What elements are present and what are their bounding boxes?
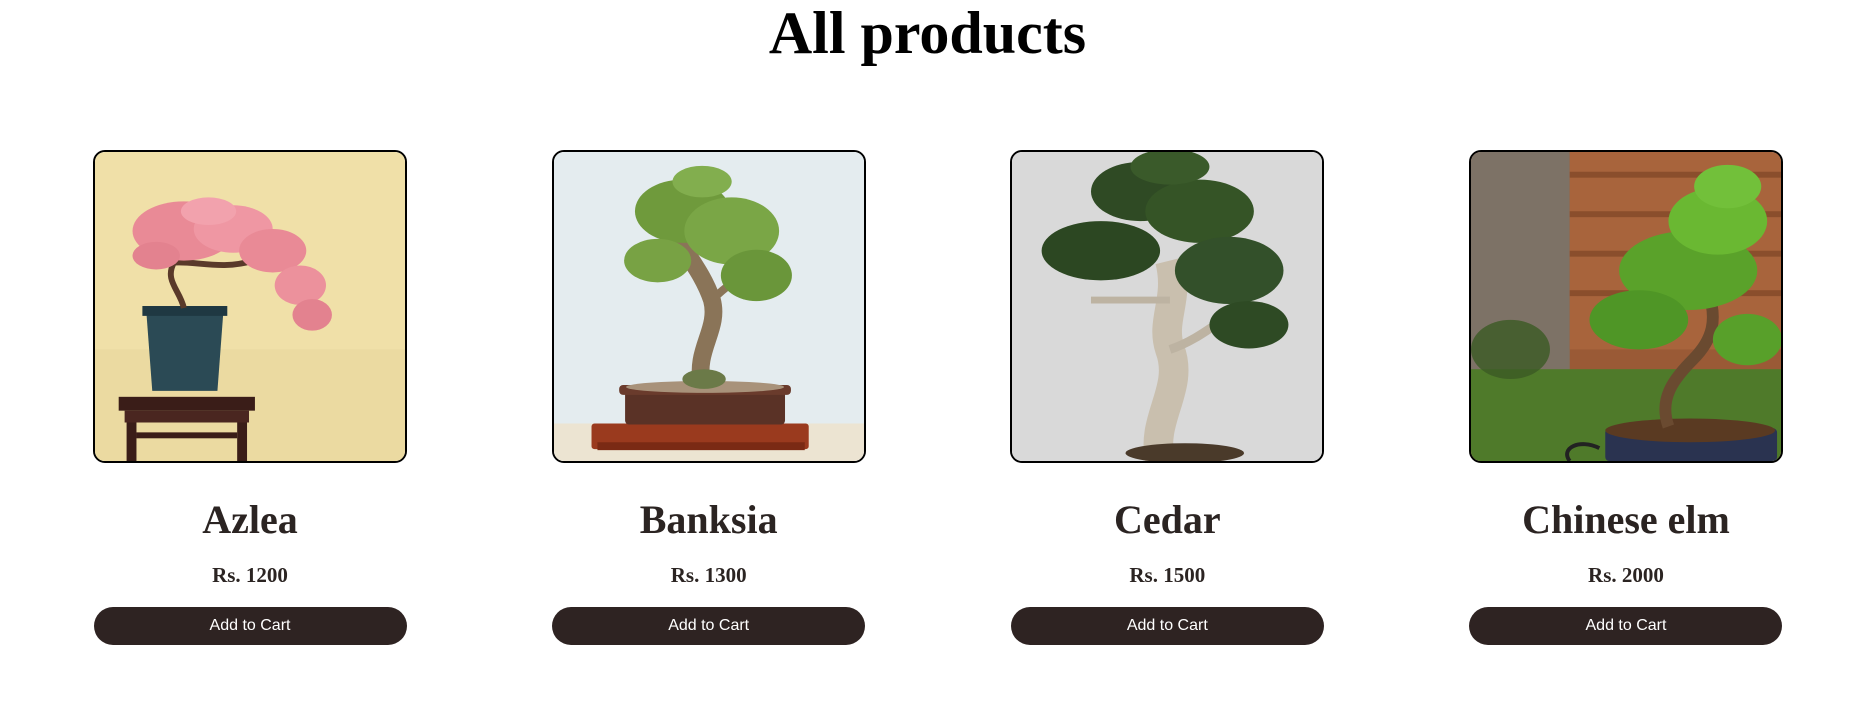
chinese-elm-bonsai-photo xyxy=(1470,152,1781,461)
product-card: Banksia Rs. 1300 Add to Cart xyxy=(551,150,867,645)
product-card: Azlea Rs. 1200 Add to Cart xyxy=(92,150,408,645)
product-image-chinese-elm[interactable] xyxy=(1468,150,1783,463)
product-image-cedar[interactable] xyxy=(1010,150,1325,463)
product-price: Rs. 1300 xyxy=(670,563,747,587)
banksia-bonsai-photo xyxy=(553,152,864,461)
product-name: Chinese elm xyxy=(1522,497,1730,542)
product-card: Cedar Rs. 1500 Add to Cart xyxy=(1009,150,1325,645)
product-price: Rs. 1500 xyxy=(1129,563,1206,587)
cedar-bonsai-photo xyxy=(1012,152,1323,461)
add-to-cart-button[interactable]: Add to Cart xyxy=(552,607,866,645)
page-title: All products xyxy=(768,0,1087,66)
product-grid: Azlea Rs. 1200 Add to Cart Banksia Rs. 1… xyxy=(92,150,1784,645)
product-price: Rs. 2000 xyxy=(1588,563,1664,587)
add-to-cart-button[interactable]: Add to Cart xyxy=(1010,607,1324,645)
add-to-cart-button[interactable]: Add to Cart xyxy=(93,607,407,645)
product-price: Rs. 1200 xyxy=(212,563,288,587)
product-image-banksia[interactable] xyxy=(551,150,866,463)
azalea-bonsai-photo xyxy=(95,152,405,461)
add-to-cart-button[interactable]: Add to Cart xyxy=(1469,607,1783,645)
product-name: Cedar xyxy=(1113,497,1221,542)
product-card: Chinese elm Rs. 2000 Add to Cart xyxy=(1468,150,1784,645)
product-name: Azlea xyxy=(202,497,298,542)
product-name: Banksia xyxy=(639,497,778,542)
product-image-azlea[interactable] xyxy=(93,150,407,463)
